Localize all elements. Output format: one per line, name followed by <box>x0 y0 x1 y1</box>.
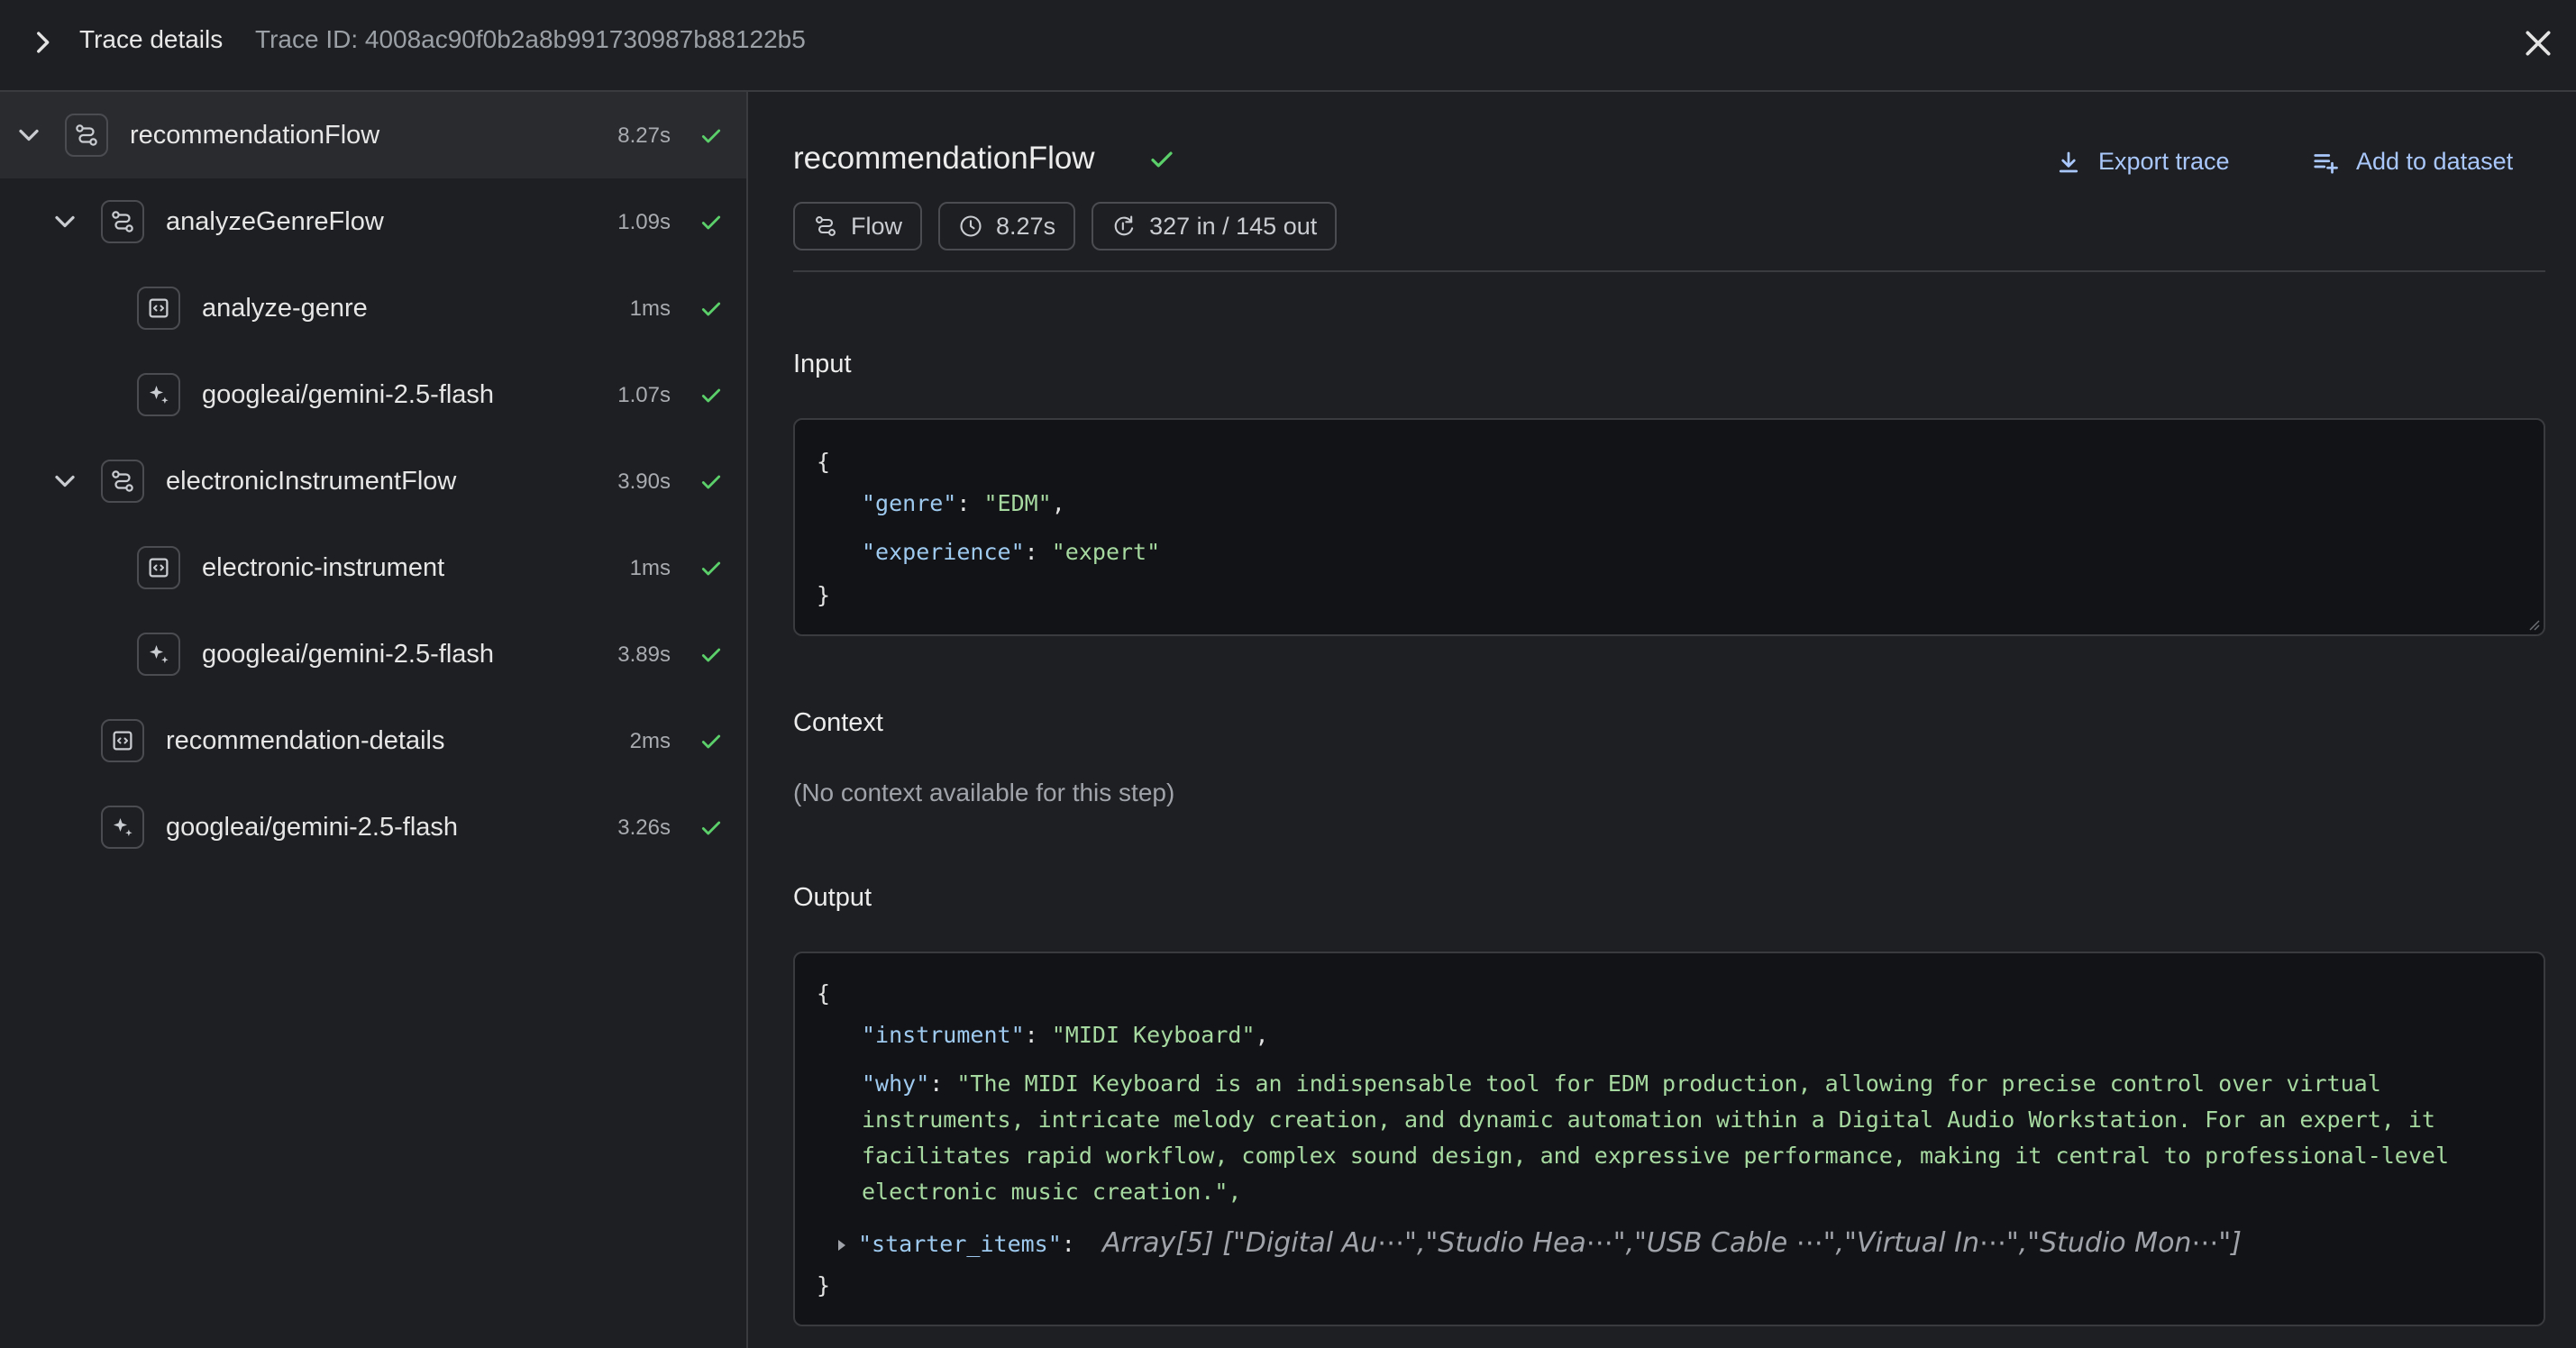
download-icon <box>2059 151 2078 172</box>
check-icon <box>701 561 721 576</box>
tree-row-label: googleai/gemini-2.5-flash <box>202 380 495 409</box>
check-icon <box>701 129 721 143</box>
export-trace-button[interactable]: Export trace <box>2055 148 2230 176</box>
tree-row[interactable]: analyze-genre 1ms <box>0 265 746 351</box>
tree-row-label: googleai/gemini-2.5-flash <box>202 640 495 669</box>
tree-row-duration: 8.27s <box>617 123 671 148</box>
tree-row[interactable]: googleai/gemini-2.5-flash 3.89s <box>0 611 746 697</box>
check-icon <box>701 475 721 489</box>
flow-icon <box>101 460 144 503</box>
json-close-brace: } <box>817 1272 831 1298</box>
tree-row-duration: 3.89s <box>617 642 671 667</box>
tree-row-duration: 3.26s <box>617 815 671 840</box>
tree-row-label: googleai/gemini-2.5-flash <box>166 813 459 842</box>
resize-handle-icon[interactable] <box>2527 618 2540 631</box>
output-heading: Output <box>793 883 872 912</box>
function-icon <box>137 287 180 330</box>
tree-row-label: analyze-genre <box>202 294 368 323</box>
span-title: recommendationFlow <box>793 141 1095 176</box>
tree-row-duration: 2ms <box>629 729 671 753</box>
chevron-down-icon[interactable] <box>13 119 45 151</box>
chevron-down-icon[interactable] <box>49 465 81 497</box>
json-open-brace: { <box>817 449 831 475</box>
divider <box>793 270 2545 272</box>
check-icon <box>701 734 721 749</box>
tokens-chip-label: 327 in / 145 out <box>1149 212 1318 240</box>
json-close-brace: } <box>817 582 831 608</box>
tree-row-label: analyzeGenreFlow <box>166 207 384 236</box>
function-icon <box>101 719 144 762</box>
output-json-viewer[interactable]: { "instrument": "MIDI Keyboard", "why": … <box>793 952 2545 1326</box>
tree-row[interactable]: electronic-instrument 1ms <box>0 524 746 611</box>
input-heading: Input <box>793 350 852 378</box>
add-to-dataset-label: Add to dataset <box>2356 148 2514 175</box>
expand-triangle-icon[interactable] <box>835 1238 849 1252</box>
span-chips: Flow 8.27s 327 in / 145 out <box>793 202 1338 250</box>
tree-row[interactable]: googleai/gemini-2.5-flash 1.07s <box>0 351 746 438</box>
playlist-add-icon <box>2314 153 2338 174</box>
flow-icon <box>816 216 836 236</box>
token-counter-icon <box>1114 215 1134 236</box>
context-heading: Context <box>793 708 883 737</box>
duration-chip: 8.27s <box>938 202 1076 250</box>
type-chip: Flow <box>793 202 923 250</box>
check-icon <box>701 821 721 835</box>
trace-tree: recommendationFlow 8.27s analyzeGenreFlow 1… <box>0 92 748 1348</box>
check-icon <box>701 215 721 230</box>
tree-row-duration: 1ms <box>629 556 671 580</box>
tree-row-duration: 1.07s <box>617 383 671 407</box>
tree-row-duration: 1.09s <box>617 210 671 234</box>
sparkle-icon <box>137 633 180 676</box>
tokens-chip: 327 in / 145 out <box>1092 202 1338 250</box>
panel-title: Trace details <box>79 25 224 53</box>
json-entry-experience: "experience": "expert" <box>862 539 1161 565</box>
flow-icon <box>65 114 108 157</box>
title-bar: Trace details Trace ID: 4008ac90f0b2a8b9… <box>0 0 2576 92</box>
json-open-brace: { <box>817 980 831 1006</box>
check-icon <box>701 388 721 403</box>
export-trace-label: Export trace <box>2098 148 2230 175</box>
trace-id: Trace ID: 4008ac90f0b2a8b991730987b88122… <box>255 25 806 53</box>
tree-row[interactable]: analyzeGenreFlow 1.09s <box>0 178 746 265</box>
clock-icon <box>960 215 982 237</box>
tree-row-label: electronic-instrument <box>202 553 445 582</box>
tree-row[interactable]: recommendation-details 2ms <box>0 697 746 784</box>
json-entry-instrument: "instrument": "MIDI Keyboard", <box>862 1022 1269 1048</box>
json-entry-starter-items[interactable]: "starter_items": Array[5] ["Digital Au⋯"… <box>835 1227 2242 1259</box>
flow-icon <box>101 200 144 243</box>
check-icon <box>701 302 721 316</box>
json-why-line-2: instruments, intricate melody creation, … <box>862 1107 2435 1133</box>
span-detail: recommendationFlow Export trace Add to d… <box>748 92 2576 1348</box>
tree-row-duration: 1ms <box>629 296 671 321</box>
check-icon <box>1151 151 1173 168</box>
tree-row-label: electronicInstrumentFlow <box>166 467 457 496</box>
tree-row[interactable]: recommendationFlow 8.27s <box>0 92 746 178</box>
check-icon <box>701 648 721 662</box>
tree-row[interactable]: googleai/gemini-2.5-flash 3.26s <box>0 784 746 870</box>
tree-row-label: recommendationFlow <box>130 121 380 150</box>
tree-row-duration: 3.90s <box>617 469 671 494</box>
context-empty-message: (No context available for this step) <box>793 779 1175 806</box>
chevron-right-icon[interactable] <box>27 27 58 58</box>
sparkle-icon <box>137 373 180 416</box>
tree-row[interactable]: electronicInstrumentFlow 3.90s <box>0 438 746 524</box>
json-entry-genre: "genre": "EDM", <box>862 490 1065 516</box>
chevron-down-icon[interactable] <box>49 205 81 238</box>
json-entry-why: "why": "The MIDI Keyboard is an indispen… <box>862 1070 2381 1097</box>
add-to-dataset-button[interactable]: Add to dataset <box>2311 148 2513 176</box>
input-json-viewer[interactable]: { "genre": "EDM", "experience": "expert"… <box>793 418 2545 636</box>
close-icon[interactable] <box>2520 25 2556 61</box>
function-icon <box>137 546 180 589</box>
duration-chip-label: 8.27s <box>996 212 1056 240</box>
type-chip-label: Flow <box>851 212 903 240</box>
json-why-line-4: electronic music creation.", <box>862 1179 1242 1205</box>
sparkle-icon <box>101 806 144 849</box>
json-why-line-3: facilitates rapid workflow, complex soun… <box>862 1143 2449 1169</box>
tree-row-label: recommendation-details <box>166 726 445 755</box>
